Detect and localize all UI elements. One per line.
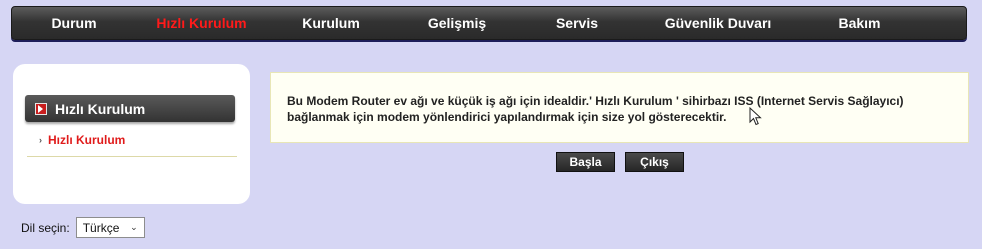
wizard-description: Bu Modem Router ev ağı ve küçük iş ağı i…	[287, 94, 904, 124]
sidebar: Hızlı Kurulum › Hızlı Kurulum	[13, 64, 250, 204]
bullet-arrow-icon: ›	[39, 135, 42, 145]
sidebar-item-hizli-kurulum[interactable]: › Hızlı Kurulum	[39, 133, 125, 147]
arrow-right-icon	[35, 102, 47, 115]
language-selected-value: Türkçe	[82, 220, 120, 235]
sidebar-header[interactable]: Hızlı Kurulum	[25, 95, 235, 122]
nav-item-servis[interactable]: Servis	[519, 15, 635, 31]
nav-item-durum[interactable]: Durum	[12, 15, 136, 31]
nav-item-kurulum[interactable]: Kurulum	[267, 15, 395, 31]
language-label: Dil seçin:	[21, 220, 70, 235]
mouse-cursor-icon	[749, 107, 762, 126]
nav-item-guvenlik-duvari[interactable]: Güvenlik Duvarı	[635, 15, 801, 31]
sidebar-divider	[27, 156, 237, 157]
start-button[interactable]: Başla	[556, 152, 615, 172]
chevron-down-icon: ⌄	[130, 222, 138, 232]
exit-button[interactable]: Çıkış	[625, 152, 684, 172]
language-selector-row: Dil seçin: Türkçe ⌄	[21, 217, 145, 238]
sidebar-item-label: Hızlı Kurulum	[48, 133, 126, 147]
nav-item-bakim[interactable]: Bakım	[801, 15, 918, 31]
nav-item-gelismis[interactable]: Gelişmiş	[395, 15, 519, 31]
language-select[interactable]: Türkçe ⌄	[75, 217, 145, 238]
nav-item-hizli-kurulum[interactable]: Hızlı Kurulum	[136, 15, 267, 31]
info-panel: Bu Modem Router ev ağı ve küçük iş ağı i…	[270, 72, 969, 143]
main-nav: Durum Hızlı Kurulum Kurulum Gelişmiş Ser…	[11, 6, 967, 40]
sidebar-header-label: Hızlı Kurulum	[55, 100, 146, 117]
